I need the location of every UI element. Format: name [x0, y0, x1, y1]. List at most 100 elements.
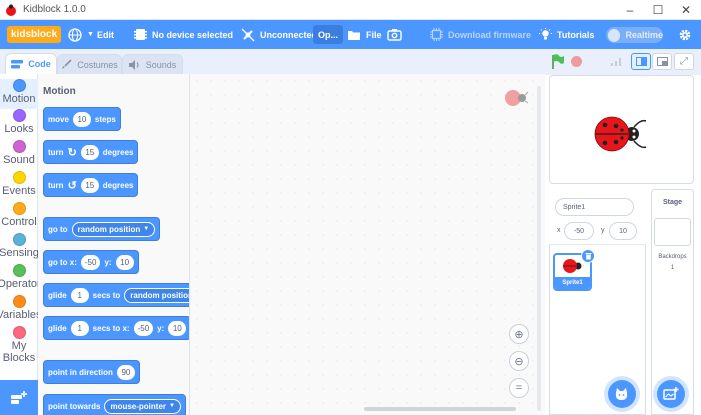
category-menu: Motion Looks Sound Events Control Sensin…: [0, 74, 42, 380]
steps-input[interactable]: 10: [72, 111, 91, 127]
tab-costumes-label: Costumes: [77, 59, 118, 70]
category-variables[interactable]: Variables: [0, 295, 42, 326]
zoom-out-button[interactable]: ⊖: [509, 351, 529, 371]
block-turn-right[interactable]: turn ↻ 15 degrees: [43, 140, 139, 164]
category-label: Events: [2, 185, 36, 197]
category-events[interactable]: Events: [0, 171, 38, 202]
workspace-vertical-scrollbar[interactable]: [537, 86, 541, 411]
backdrops-count: 1: [670, 265, 675, 271]
small-stage-button[interactable]: [631, 53, 651, 70]
block-move-steps[interactable]: move 10 steps: [43, 107, 121, 131]
category-label: My: [11, 340, 27, 352]
block-text: y:: [104, 257, 112, 267]
tab-sounds-label: Sounds: [145, 59, 177, 70]
my-blocks-dot: [12, 326, 26, 339]
device-selector[interactable]: No device selected: [134, 20, 233, 49]
editor-tabs: Code Costumes Sounds: [0, 49, 545, 74]
block-point-towards[interactable]: point towards mouse-pointer ▼: [43, 394, 186, 415]
sprite-y-field[interactable]: 10: [609, 222, 637, 240]
large-stage-button[interactable]: [652, 53, 672, 70]
category-label: Motion: [2, 93, 36, 105]
small-stage-icon: [635, 57, 647, 66]
direction-input[interactable]: 90: [116, 364, 135, 380]
block-text: secs to x:: [92, 323, 130, 333]
glide-target-dropdown[interactable]: random position ▼: [124, 287, 189, 303]
add-extension-button[interactable]: [0, 380, 38, 415]
block-text: turn: [48, 147, 64, 157]
block-glide-xy[interactable]: glide 1 secs to x: -50 y: 10: [43, 316, 189, 340]
backdrop-thumbnail[interactable]: [654, 218, 691, 246]
edit-menu[interactable]: Edit: [97, 20, 114, 49]
tutorials-button[interactable]: Tutorials: [539, 20, 594, 49]
script-workspace[interactable]: [190, 74, 545, 415]
delete-sprite-button[interactable]: [581, 249, 595, 263]
sprite-name-field[interactable]: Sprite1: [555, 198, 634, 216]
add-sprite-button[interactable]: [608, 380, 636, 408]
category-sensing[interactable]: Sensing: [0, 233, 39, 264]
tab-code[interactable]: Code: [5, 53, 57, 74]
tab-sounds[interactable]: Sounds: [122, 54, 183, 74]
green-flag-icon[interactable]: [551, 54, 565, 69]
goto-target-dropdown[interactable]: random position ▼: [71, 221, 156, 237]
block-text: glide: [48, 290, 67, 300]
tab-costumes[interactable]: Costumes: [57, 54, 122, 74]
category-sound[interactable]: Sound: [0, 140, 38, 171]
block-glide-to[interactable]: glide 1 secs to random position ▼: [43, 283, 189, 307]
zoom-in-button[interactable]: ⊕: [509, 324, 529, 344]
tab-code-label: Code: [28, 59, 51, 69]
control-dot: [12, 202, 26, 215]
secs-input[interactable]: 1: [70, 287, 89, 303]
category-my-blocks[interactable]: My Blocks: [0, 326, 38, 370]
block-text: steps: [94, 114, 116, 124]
rotate-left-icon: ↺: [67, 179, 77, 192]
sprite-x-field[interactable]: -50: [564, 222, 594, 240]
settings-button[interactable]: [678, 20, 692, 49]
close-icon[interactable]: ✕: [670, 0, 701, 20]
add-extension-icon: [11, 390, 27, 404]
download-firmware-button[interactable]: Download firmware: [430, 20, 531, 49]
degrees-input[interactable]: 15: [80, 144, 99, 160]
x-input[interactable]: -50: [133, 320, 154, 336]
degrees-input[interactable]: 15: [80, 177, 99, 193]
category-motion[interactable]: Motion: [0, 79, 38, 109]
category-control[interactable]: Control: [0, 202, 38, 233]
category-operator[interactable]: Operator: [0, 264, 41, 295]
window-titlebar: Kidblock 1.0.0: [0, 0, 701, 20]
language-menu[interactable]: ▼: [68, 20, 94, 49]
sprite-name-value: Sprite1: [563, 203, 586, 211]
events-dot: [12, 171, 26, 184]
op-button[interactable]: Op...: [313, 25, 343, 44]
stop-button[interactable]: [571, 56, 582, 67]
gear-icon: [679, 29, 691, 40]
screenshot-button[interactable]: [387, 20, 402, 49]
workspace-horizontal-scrollbar[interactable]: [364, 407, 516, 411]
category-looks[interactable]: Looks: [0, 109, 38, 140]
add-backdrop-button[interactable]: [657, 380, 685, 408]
toggle-knob: [608, 28, 621, 42]
dropdown-value: random position: [77, 224, 141, 234]
towards-dropdown[interactable]: mouse-pointer ▼: [104, 398, 181, 414]
x-input[interactable]: -50: [80, 254, 101, 270]
folder-icon: [348, 30, 360, 40]
kidsblock-logo[interactable]: kidsblock: [7, 26, 62, 43]
secs-input[interactable]: 1: [70, 320, 89, 336]
connection-status[interactable]: Unconnected: [241, 20, 317, 49]
realtime-toggle[interactable]: Realtime: [606, 27, 663, 43]
block-point-direction[interactable]: point in direction 90: [43, 360, 140, 384]
palette-heading: Motion: [43, 86, 76, 97]
block-go-to-xy[interactable]: go to x: -50 y: 10: [43, 250, 139, 274]
block-go-to[interactable]: go to random position ▼: [43, 217, 161, 241]
block-turn-left[interactable]: turn ↺ 15 degrees: [43, 173, 139, 197]
ladybug-sprite[interactable]: [594, 113, 648, 155]
y-input[interactable]: 10: [115, 254, 134, 270]
fullscreen-button[interactable]: ⤢: [674, 53, 694, 70]
category-label: Sound: [3, 154, 35, 166]
large-stage-icon: [656, 57, 668, 66]
globe-icon: [68, 27, 82, 42]
zoom-reset-button[interactable]: =: [509, 378, 529, 398]
brush-icon: [62, 59, 72, 69]
y-input[interactable]: 10: [168, 320, 187, 336]
menu-bar: kidsblock ▼ Edit No device selected Unco…: [0, 20, 701, 49]
file-menu[interactable]: File: [347, 20, 382, 49]
chevron-down-icon: ▼: [169, 403, 175, 409]
